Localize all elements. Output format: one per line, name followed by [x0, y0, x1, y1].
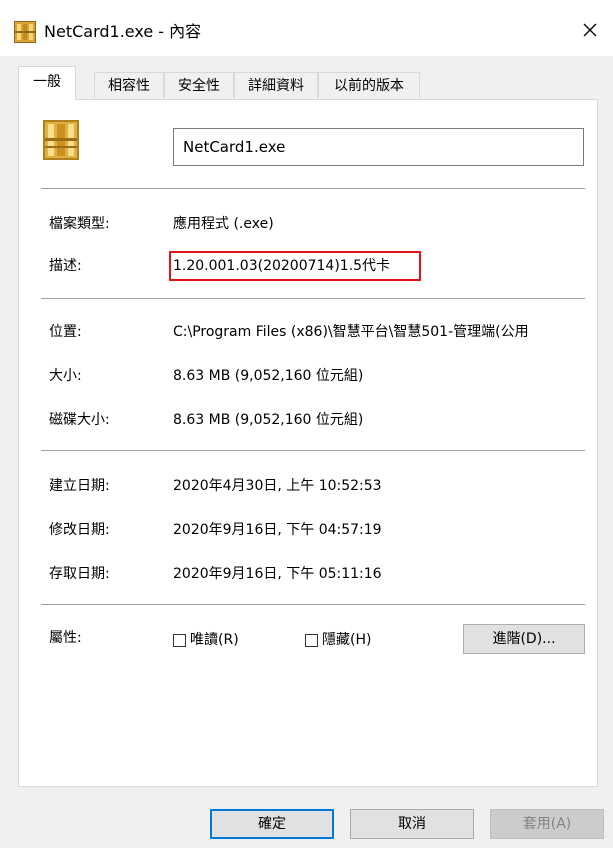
created-label: 建立日期: [49, 478, 110, 494]
location-value: C:\Program Files (x86)\智慧平台\智慧501-管理端(公用 [173, 324, 529, 340]
separator [41, 298, 585, 299]
properties-dialog: NetCard1.exe - 內容 一般 相容性 安全性 詳細資料 以前的版本 … [0, 0, 613, 848]
hidden-label: 隱藏(H) [322, 632, 372, 648]
highlight-box [169, 251, 421, 281]
size-value: 8.63 MB (9,052,160 位元組) [173, 368, 364, 384]
disk-size-value: 8.63 MB (9,052,160 位元組) [173, 412, 364, 428]
separator [41, 450, 585, 451]
description-label: 描述: [49, 258, 82, 274]
separator [41, 604, 585, 605]
advanced-button[interactable]: 進階(D)... [463, 624, 585, 654]
close-icon [583, 23, 597, 37]
tab-compatibility[interactable]: 相容性 [94, 72, 164, 98]
tab-security[interactable]: 安全性 [164, 72, 234, 98]
readonly-label: 唯讀(R) [190, 632, 239, 648]
checkbox-box[interactable] [173, 633, 186, 647]
attributes-label: 屬性: [49, 630, 82, 646]
modified-value: 2020年9月16日, 下午 04:57:19 [173, 522, 382, 538]
separator [41, 188, 585, 189]
disk-size-label: 磁碟大小: [49, 412, 110, 428]
window-title: NetCard1.exe - 內容 [44, 22, 202, 41]
checkbox-box[interactable] [305, 633, 318, 647]
tab-general[interactable]: 一般 [18, 66, 76, 100]
file-type-label: 檔案類型: [49, 216, 110, 232]
apply-button: 套用(A) [490, 809, 604, 839]
modified-label: 修改日期: [49, 522, 110, 538]
file-name-input[interactable]: NetCard1.exe [173, 128, 584, 166]
accessed-label: 存取日期: [49, 566, 110, 582]
close-button[interactable] [567, 10, 613, 50]
tab-previous-versions[interactable]: 以前的版本 [318, 72, 420, 98]
hidden-checkbox[interactable]: 隱藏(H) [305, 630, 371, 650]
accessed-value: 2020年9月16日, 下午 05:11:16 [173, 566, 382, 582]
file-icon [43, 120, 79, 160]
app-icon [14, 21, 36, 43]
size-label: 大小: [49, 368, 82, 384]
readonly-checkbox[interactable]: 唯讀(R) [173, 630, 239, 650]
ok-button[interactable]: 確定 [210, 809, 334, 839]
created-value: 2020年4月30日, 上午 10:52:53 [173, 478, 382, 494]
general-tab-panel: NetCard1.exe 檔案類型: 應用程式 (.exe) 描述: 1.20.… [18, 99, 598, 787]
tab-details[interactable]: 詳細資料 [234, 72, 318, 98]
title-bar: NetCard1.exe - 內容 [0, 0, 613, 56]
location-label: 位置: [49, 324, 82, 340]
file-type-value: 應用程式 (.exe) [173, 216, 274, 232]
cancel-button[interactable]: 取消 [350, 809, 474, 839]
